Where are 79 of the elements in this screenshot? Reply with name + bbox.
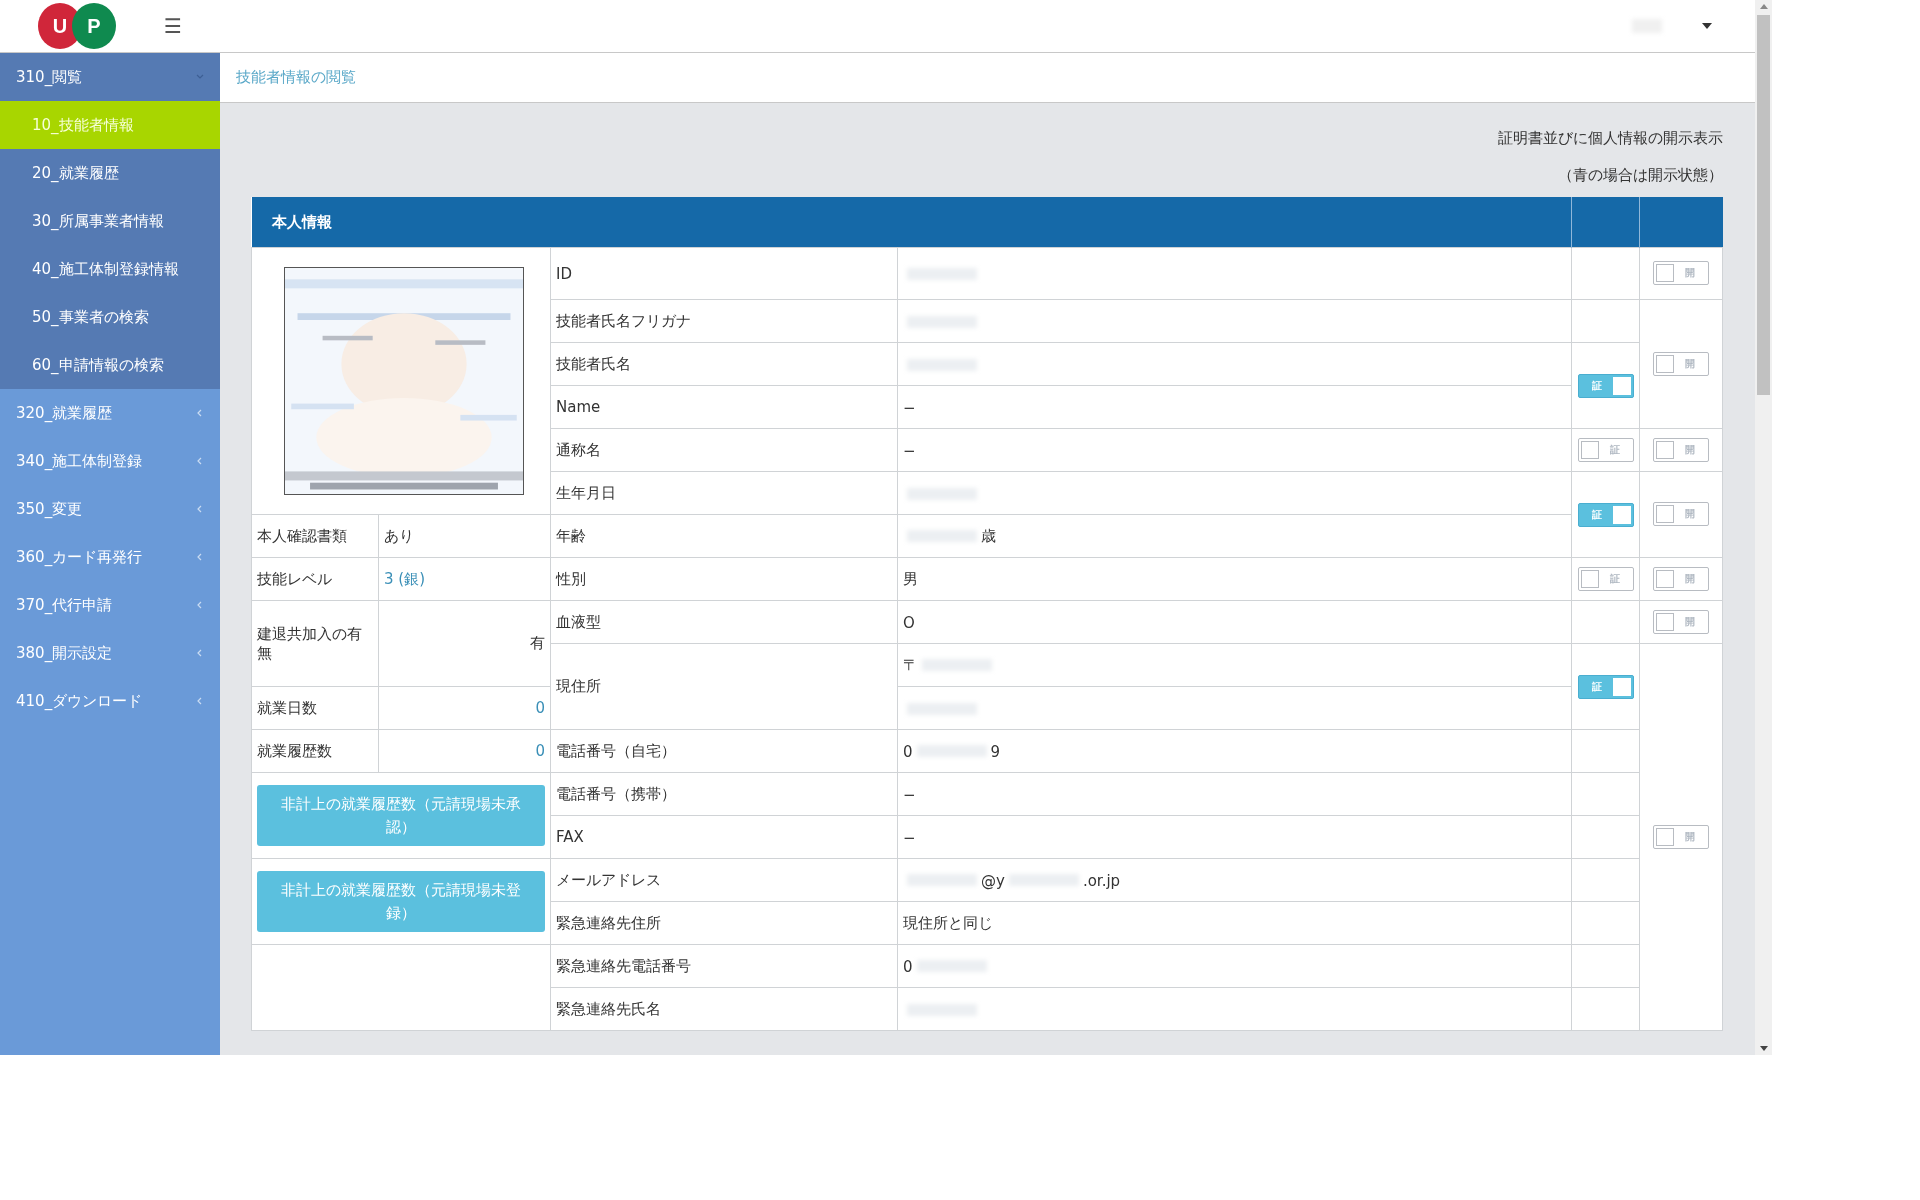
history-count-button[interactable]: 非計上の就業履歴数（元請現場未承認） [257, 785, 545, 846]
field-value: 0 [903, 742, 913, 761]
chevron-icon [196, 553, 204, 561]
history-count-button[interactable]: 非計上の就業履歴数（元請現場未登録） [257, 871, 545, 932]
sidebar-item[interactable]: 50_事業者の検索 [0, 293, 220, 341]
certificate-toggle[interactable]: 証 [1577, 674, 1634, 699]
field-label: 年齢 [556, 526, 586, 545]
chevron-icon [196, 457, 204, 465]
field-value: 有 [530, 634, 545, 652]
disclosure-note: 証明書並びに個人情報の開示表示 [1498, 129, 1723, 148]
field-label: 本人確認書類 [257, 526, 347, 545]
disclosure-note: （青の場合は開示状態） [1558, 166, 1723, 185]
certificate-toggle[interactable]: 証 [1577, 502, 1634, 527]
sidebar-item[interactable]: 30_所属事業者情報 [0, 197, 220, 245]
field-label: 技能者氏名フリガナ [556, 311, 691, 330]
certificate-toggle[interactable]: 証 [1577, 437, 1634, 462]
field-label: ID [556, 264, 572, 283]
field-label: メールアドレス [556, 870, 661, 889]
field-value: あり [384, 526, 414, 545]
field-value: 〒 [903, 655, 918, 674]
disclosure-toggle[interactable]: 開 [1653, 351, 1709, 376]
field-value: 男 [903, 569, 918, 588]
field-value: 0 [535, 742, 545, 760]
disclosure-toggle[interactable]: 開 [1653, 437, 1709, 462]
field-value: O [903, 613, 915, 632]
disclosure-toggle[interactable]: 開 [1653, 261, 1709, 285]
chevron-icon [196, 601, 204, 609]
caret-icon[interactable] [1702, 23, 1712, 29]
sidebar-item[interactable]: 40_施工体制登録情報 [0, 245, 220, 293]
scroll-down-icon[interactable] [1759, 1046, 1768, 1051]
field-value: @y [981, 871, 1005, 890]
page-title: 技能者情報の閲覧 [236, 68, 356, 87]
chevron-icon [196, 649, 204, 657]
field-label: 生年月日 [556, 483, 616, 502]
field-label: 現住所 [556, 677, 601, 695]
chevron-icon [196, 409, 204, 417]
field-label: 就業日数 [257, 698, 317, 717]
field-label: 電話番号（自宅） [556, 741, 676, 760]
sidebar-item[interactable]: 10_技能者情報 [0, 101, 220, 149]
field-label: 電話番号（携帯） [556, 784, 676, 803]
field-label: 性別 [556, 569, 586, 588]
sidebar-item[interactable]: 60_申請情報の検索 [0, 341, 220, 389]
disclosure-toggle[interactable]: 開 [1653, 824, 1709, 849]
field-value: − [903, 785, 916, 804]
field-label: 緊急連絡先住所 [556, 913, 661, 932]
chevron-icon [196, 697, 204, 705]
skill-level-link[interactable]: 3 (銀) [384, 569, 425, 588]
field-value: 9 [990, 742, 1001, 761]
field-value: − [903, 398, 916, 417]
disclosure-toggle[interactable]: 開 [1653, 609, 1709, 634]
scrollbar[interactable] [1755, 0, 1772, 1055]
menu-button[interactable]: ☰ [164, 14, 182, 38]
field-label: 建退共加入の有無 [257, 624, 362, 662]
field-label: 技能者氏名 [556, 354, 631, 373]
field-label: 緊急連絡先電話番号 [556, 956, 691, 975]
field-label: 血液型 [556, 612, 601, 631]
panel-title: 本人情報 [271, 212, 332, 231]
field-label: 通称名 [556, 440, 601, 459]
chevron-icon [196, 73, 204, 81]
certificate-toggle[interactable]: 証 [1577, 566, 1634, 591]
disclosure-toggle[interactable]: 開 [1653, 566, 1709, 591]
certificate-toggle[interactable]: 証 [1577, 373, 1634, 398]
field-value: 現住所と同じ [903, 913, 993, 932]
field-label: Name [556, 398, 601, 416]
disclosure-toggle[interactable]: 開 [1653, 502, 1709, 526]
field-value: 0 [903, 957, 913, 976]
field-label: 就業履歴数 [257, 741, 332, 760]
field-value: 歳 [981, 526, 996, 545]
sidebar-item[interactable]: 20_就業履歴 [0, 149, 220, 197]
scroll-up-icon[interactable] [1759, 4, 1768, 9]
chevron-icon [196, 505, 204, 513]
sidebar-group[interactable]: 310_閲覧 [0, 53, 220, 101]
field-label: FAX [556, 828, 584, 846]
field-value: − [903, 441, 916, 460]
field-label: 技能レベル [257, 569, 332, 588]
field-value: 0 [535, 699, 545, 717]
field-value: − [903, 828, 916, 847]
field-value: .or.jp [1082, 871, 1121, 890]
field-label: 緊急連絡先氏名 [556, 999, 661, 1018]
